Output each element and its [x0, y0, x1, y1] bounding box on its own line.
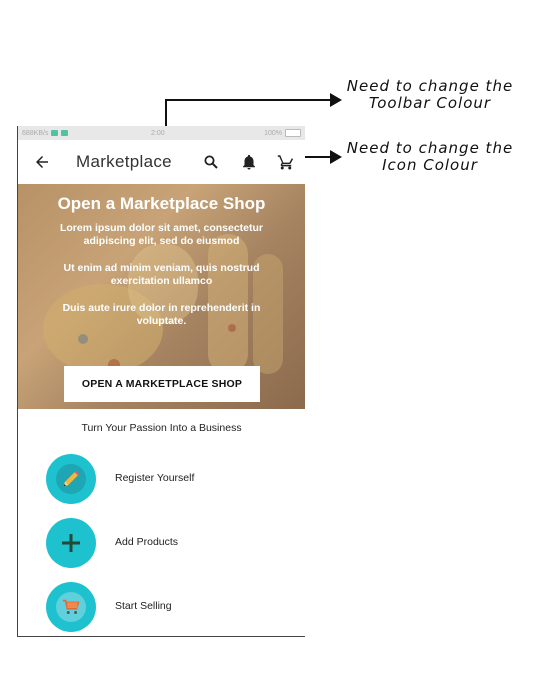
app-icon	[61, 130, 69, 136]
toolbar: Marketplace	[18, 140, 305, 184]
step-register[interactable]: Register Yourself	[46, 454, 296, 506]
open-shop-button[interactable]: OPEN A MARKETPLACE SHOP	[64, 366, 260, 402]
pencil-icon	[63, 470, 80, 487]
step-label: Start Selling	[115, 600, 172, 612]
status-time: 2:00	[151, 129, 165, 137]
toolbar-colour-note: Need to change the Toolbar Colour	[346, 77, 514, 112]
hero-paragraph-1: Lorem ipsum dolor sit amet, consectetur …	[59, 222, 264, 247]
register-circle	[46, 454, 96, 504]
tagline: Turn Your Passion Into a Business	[81, 422, 242, 434]
toolbar-title: Marketplace	[76, 152, 172, 171]
back-arrow-icon[interactable]	[33, 153, 51, 171]
shopping-cart-icon	[62, 599, 80, 614]
step-start-selling[interactable]: Start Selling	[46, 582, 296, 634]
step-add-products[interactable]: Add Products	[46, 518, 296, 570]
step-label: Add Products	[115, 536, 179, 548]
cart-icon[interactable]	[277, 153, 295, 171]
notification-icon	[51, 130, 59, 136]
hero-banner: Open a Marketplace Shop Lorem ipsum dolo…	[18, 184, 305, 409]
icon-colour-note: Need to change the Icon Colour	[346, 139, 514, 174]
hero-image-shape	[78, 334, 88, 344]
battery-percent: 100%	[264, 129, 282, 137]
add-products-circle	[46, 518, 96, 568]
status-bar: 688KB/s 2:00 100%	[18, 126, 305, 140]
hero-title: Open a Marketplace Shop	[57, 194, 266, 213]
plus-icon	[62, 534, 80, 552]
hero-paragraph-3: Duis aute irure dolor in reprehenderit i…	[62, 302, 261, 327]
hero-paragraph-2: Ut enim ad minim veniam, quis nostrud ex…	[63, 262, 260, 287]
step-label: Register Yourself	[115, 472, 195, 484]
bell-icon[interactable]	[240, 153, 258, 171]
start-selling-circle	[46, 582, 96, 632]
phone-screen: 688KB/s 2:00 100% Marketplace Open a Mar…	[17, 126, 305, 637]
network-speed: 688KB/s	[22, 129, 49, 137]
battery-icon	[285, 129, 301, 137]
search-icon[interactable]	[202, 153, 220, 171]
